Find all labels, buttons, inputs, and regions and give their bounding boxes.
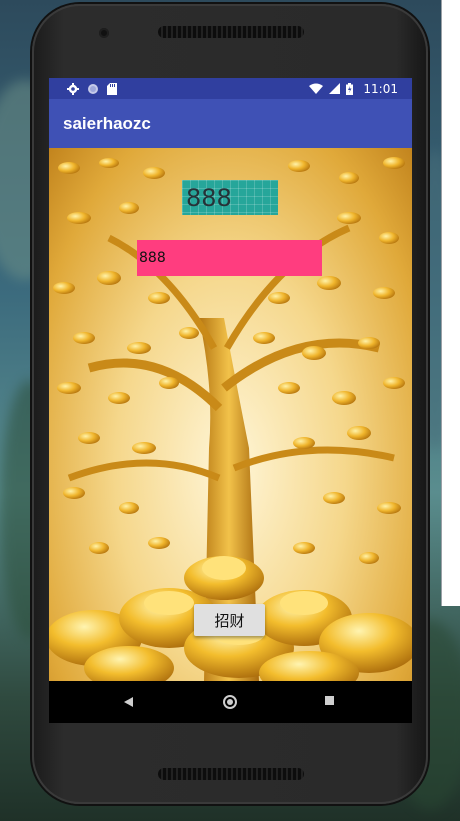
wifi-icon bbox=[309, 83, 324, 94]
status-time: 11:01 bbox=[363, 81, 398, 96]
home-icon[interactable] bbox=[223, 695, 237, 709]
recents-icon[interactable] bbox=[325, 696, 334, 705]
phone-screen: 11:01 saierhaozc 888 888 招财 bbox=[49, 78, 412, 723]
circle-icon bbox=[88, 83, 98, 94]
battery-icon bbox=[346, 82, 354, 95]
signal-icon bbox=[329, 83, 341, 94]
background-window bbox=[441, 0, 460, 606]
gear-icon bbox=[67, 82, 79, 95]
zhaocai-button[interactable]: 招财 bbox=[194, 604, 265, 636]
bottom-speaker bbox=[158, 768, 304, 780]
app-title: saierhaozc bbox=[63, 113, 151, 133]
front-camera bbox=[99, 28, 109, 38]
navigation-bar bbox=[49, 681, 412, 723]
money-tree-image bbox=[49, 157, 412, 681]
back-icon[interactable] bbox=[124, 697, 133, 707]
teal-number-text: 888 bbox=[186, 183, 232, 212]
content-area: 888 888 招财 bbox=[49, 148, 412, 681]
pink-number-text: 888 bbox=[139, 250, 166, 266]
app-bar: saierhaozc bbox=[49, 99, 412, 148]
teal-number-box: 888 bbox=[182, 180, 278, 215]
pink-number-box: 888 bbox=[137, 240, 322, 276]
sd-card-icon bbox=[107, 82, 117, 95]
top-speaker bbox=[158, 26, 304, 38]
status-bar: 11:01 bbox=[49, 78, 412, 99]
